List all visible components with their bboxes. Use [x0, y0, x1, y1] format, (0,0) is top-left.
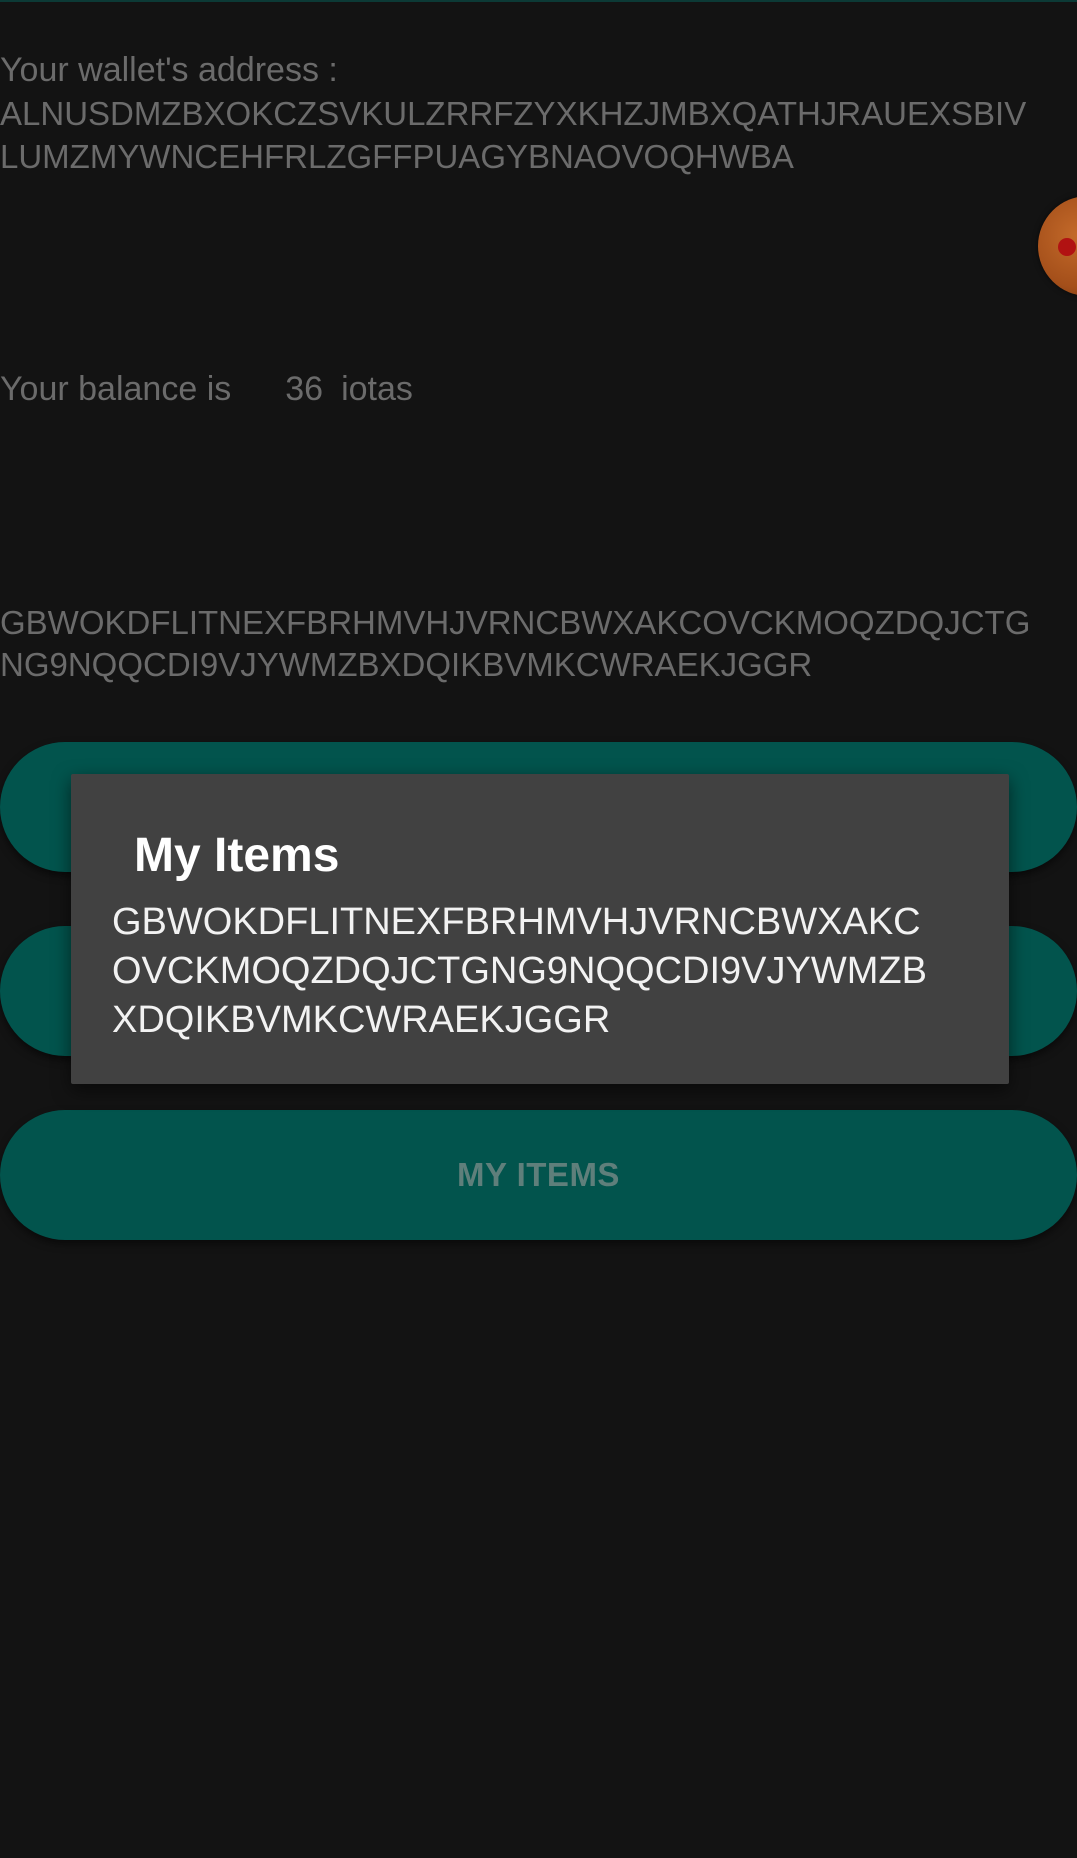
balance-row: Your balance is 36 iotas	[0, 368, 413, 411]
wallet-address-label: Your wallet's address :	[0, 51, 338, 89]
item-hash-line-1: GBWOKDFLITNEXFBRHMVHJVRNCBWXAKCOVCKMOQZD…	[0, 604, 1031, 641]
balance-unit: iotas	[341, 370, 413, 408]
balance-value: 36	[285, 370, 324, 408]
floating-action-button[interactable]	[1038, 196, 1077, 296]
dialog-body-line-2: OVCKMOQZDQJCTGNG9NQQCDI9VJYWMZB	[112, 950, 927, 992]
floating-action-icon	[1058, 238, 1076, 256]
my-items-dialog: My Items GBWOKDFLITNEXFBRHMVHJVRNCBWXAKC…	[71, 774, 1009, 1084]
app-screen: Your wallet's address : ALNUSDMZBXOKCZSV…	[0, 0, 1077, 1858]
wallet-address-line-1: ALNUSDMZBXOKCZSVKULZRRFZYXKHZJMBXQATHJRA…	[0, 95, 1027, 132]
item-hash-line-2: NG9NQQCDI9VJYWMZBXDQIKBVMKCWRAEKJGGR	[0, 646, 813, 683]
dialog-title: My Items	[134, 829, 340, 882]
dialog-body-line-1: GBWOKDFLITNEXFBRHMVHJVRNCBWXAKC	[112, 901, 921, 943]
dialog-body: GBWOKDFLITNEXFBRHMVHJVRNCBWXAKC OVCKMOQZ…	[112, 898, 992, 1045]
wallet-address-line-2: LUMZMYWNCEHFRLZGFFPUAGYBNAOVOQHWBA	[0, 138, 794, 175]
my-items-button[interactable]: MY ITEMS	[0, 1110, 1077, 1240]
dialog-body-line-3: XDQIKBVMKCWRAEKJGGR	[112, 999, 611, 1041]
top-divider	[0, 0, 1077, 2]
balance-label: Your balance is	[0, 370, 232, 408]
